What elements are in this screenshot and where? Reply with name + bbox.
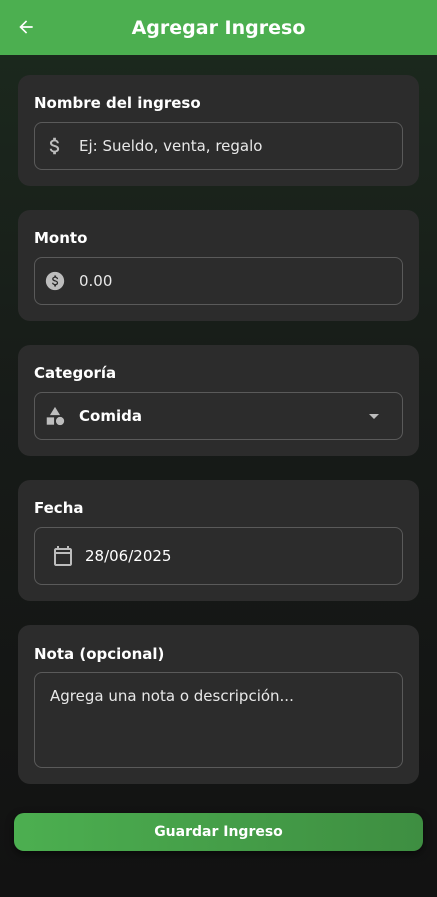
name-input[interactable] [79,137,402,155]
page-title: Agregar Ingreso [131,16,306,39]
amount-input[interactable] [79,272,402,290]
calendar-icon [51,544,75,568]
amount-label: Monto [34,229,88,247]
dollar-icon [43,134,67,158]
date-value: 28/06/2025 [85,547,172,565]
category-label: Categoría [34,364,117,382]
note-textarea[interactable] [34,672,403,768]
arrow-back-icon [19,20,33,34]
save-button[interactable]: Guardar Ingreso [14,813,423,851]
category-value: Comida [79,407,142,425]
chevron-down-icon [362,404,386,428]
amount-card: Monto [18,210,419,321]
name-label: Nombre del ingreso [34,94,201,112]
name-card: Nombre del ingreso [18,75,419,186]
app-bar: Agregar Ingreso [0,0,437,55]
back-button[interactable] [14,15,38,39]
date-field[interactable]: 28/06/2025 [34,527,403,585]
category-select[interactable]: Comida [34,392,403,440]
category-shapes-icon [43,404,67,428]
note-label: Nota (opcional) [34,645,165,663]
note-card: Nota (opcional) [18,625,419,784]
date-card: Fecha 28/06/2025 [18,480,419,601]
name-field[interactable] [34,122,403,170]
amount-field[interactable] [34,257,403,305]
category-card: Categoría Comida [18,345,419,456]
coin-icon [43,269,67,293]
date-label: Fecha [34,499,84,517]
